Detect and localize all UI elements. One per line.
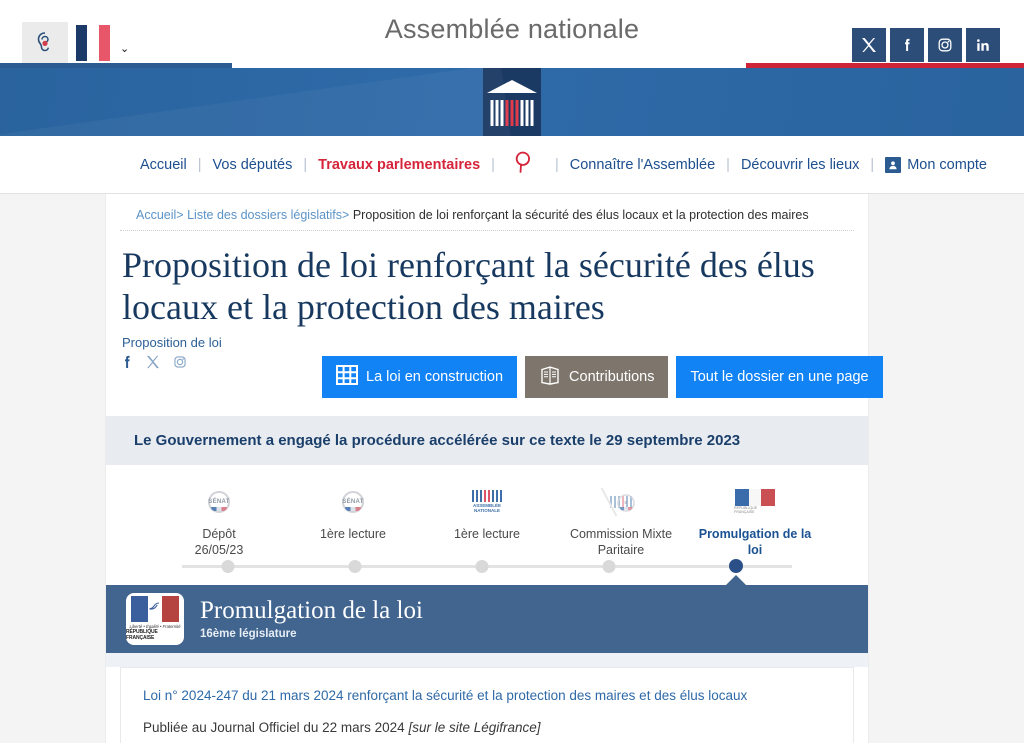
legifrance-note[interactable]: [sur le site Légifrance] [408, 720, 540, 735]
social-links [852, 28, 1000, 62]
contributions-button[interactable]: Contributions [525, 355, 669, 398]
timeline-dot-2[interactable] [348, 559, 362, 573]
government-notice: Le Gouvernement a engagé la procédure ac… [106, 415, 868, 465]
timeline-step-commission-mixte-paritaire[interactable]: S Commission Mixte Paritaire [554, 486, 688, 560]
page-body: Accueil> Liste des dossiers législatifs>… [0, 194, 1024, 743]
search-magnifier-icon[interactable] [511, 148, 538, 181]
x-twitter-icon[interactable] [852, 28, 886, 62]
timeline-step-label: Dépôt 26/05/23 [194, 526, 244, 558]
nav-separator: | [303, 156, 308, 173]
legislative-timeline: SÉNAT Dépôt26/05/23 SÉNAT 1ère lecture [106, 464, 868, 586]
promulgation-header: Liberté • Égalité • Fraternité RÉPUBLIQU… [106, 584, 868, 653]
facebook-share-icon[interactable] [122, 354, 133, 374]
grid-table-icon [336, 364, 358, 389]
timeline-step-label: Promulgation de la loi [698, 526, 812, 558]
law-info-card: Loi n° 2024-247 du 21 mars 2024 renforça… [120, 666, 854, 743]
action-buttons: La loi en construction Contributions Tou… [322, 355, 883, 416]
instagram-icon[interactable] [928, 28, 962, 62]
breadcrumb-item-accueil[interactable]: Accueil [136, 208, 176, 222]
content-container: Accueil> Liste des dossiers législatifs>… [106, 194, 883, 743]
timeline-dot-4[interactable] [602, 559, 616, 573]
breadcrumb-item-dossiers[interactable]: Liste des dossiers législatifs [187, 208, 342, 222]
timeline-step-senat-1ere-lecture[interactable]: SÉNAT 1ère lecture [286, 487, 420, 560]
tout-le-dossier-button[interactable]: Tout le dossier en une page [676, 355, 883, 398]
assemblee-nationale-logo-icon: ASSEMBLÉE NATIONALE [470, 487, 504, 517]
nav-item-accueil[interactable]: Accueil [140, 157, 187, 173]
timeline-step-label: Commission Mixte Paritaire [569, 526, 673, 558]
user-badge-icon [885, 156, 902, 173]
nav-item-vos-deputes[interactable]: Vos députés [213, 157, 293, 173]
promulgation-subtitle: 16ème législature [200, 627, 297, 640]
timeline-dot-1[interactable] [221, 559, 235, 573]
timeline-dot-3[interactable] [475, 559, 489, 573]
promulgation-title: Promulgation de la loi [200, 597, 423, 625]
nav-separator: | [554, 156, 559, 173]
breadcrumb: Accueil> Liste des dossiers législatifs>… [120, 194, 854, 231]
nav-item-decouvrir-les-lieux[interactable]: Découvrir les lieux [741, 157, 859, 173]
instagram-share-icon[interactable] [173, 355, 187, 373]
senat-logo-icon: SÉNAT [339, 487, 367, 517]
republique-francaise-logo-icon: RÉPUBLIQUE FRANÇAISE [734, 487, 776, 517]
timeline-step-promulgation[interactable]: RÉPUBLIQUE FRANÇAISE Promulgation de la … [688, 487, 822, 560]
promulgation-titles: Promulgation de la loi 16ème législature [200, 597, 423, 640]
nav-separator: | [870, 156, 875, 173]
page-title: Proposition de loi renforçant la sécurit… [122, 245, 815, 327]
timeline-step-an-1ere-lecture[interactable]: ASSEMBLÉE NATIONALE 1ère lecture [420, 487, 554, 560]
nav-item-mon-compte-label: Mon compte [907, 156, 987, 173]
journal-officiel-text: Publiée au Journal Officiel du 22 mars 2… [143, 719, 405, 735]
la-loi-en-construction-button[interactable]: La loi en construction [322, 355, 518, 398]
law-reference-link[interactable]: Loi n° 2024-247 du 21 mars 2024 renforça… [143, 688, 831, 703]
page-subtitle: Proposition de loi [122, 334, 222, 350]
timeline-step-label: 1ère lecture [453, 526, 520, 541]
senat-logo-icon: SÉNAT [205, 487, 233, 517]
section-spacer [106, 652, 868, 667]
marianne-republic-label: RÉPUBLIQUE FRANÇAISE [126, 629, 158, 641]
timeline-dot-5-active[interactable] [729, 558, 743, 573]
documents-icon [539, 365, 561, 389]
nav-separator: | [726, 156, 730, 173]
timeline-steps: SÉNAT Dépôt26/05/23 SÉNAT 1ère lecture [152, 486, 822, 560]
nav-item-mon-compte[interactable]: Mon compte [885, 156, 987, 173]
breadcrumb-item-current: Proposition de loi renforçant la sécurit… [352, 208, 809, 222]
contributions-label: Contributions [569, 368, 655, 385]
nav-item-connaitre-assemblee[interactable]: Connaître l'Assemblée [570, 157, 715, 173]
commission-mixte-icon: S [600, 486, 638, 517]
nav-item-travaux-parlementaires[interactable]: Travaux parlementaires [318, 157, 480, 173]
linkedin-icon[interactable] [966, 28, 1000, 62]
nav-separator: | [491, 156, 495, 173]
timeline-active-pointer [725, 574, 747, 586]
assemblee-nationale-pediment-logo[interactable] [483, 68, 541, 136]
la-loi-en-construction-label: La loi en construction [366, 368, 504, 385]
marianne-republique-francaise-logo: Liberté • Égalité • Fraternité RÉPUBLIQU… [126, 592, 184, 645]
breadcrumb-separator: > [176, 208, 184, 222]
journal-officiel-line: Publiée au Journal Officiel du 22 mars 2… [143, 720, 831, 735]
timeline-step-label: 1ère lecture [319, 526, 386, 541]
hero-banner [0, 68, 1024, 136]
facebook-icon[interactable] [890, 28, 924, 62]
nav-separator: | [197, 156, 202, 173]
columns-shape [490, 100, 534, 126]
timeline-step-depot[interactable]: SÉNAT Dépôt 26/05/23 [152, 487, 286, 560]
breadcrumb-separator: > [342, 208, 350, 222]
x-twitter-share-icon[interactable] [146, 355, 160, 373]
main-navigation: Accueil | Vos députés | Travaux parlemen… [0, 136, 1024, 194]
tout-le-dossier-label: Tout le dossier en une page [690, 368, 869, 385]
pediment-shape [487, 80, 537, 93]
top-bar: ⌄ Assemblée nationale [0, 0, 1024, 68]
